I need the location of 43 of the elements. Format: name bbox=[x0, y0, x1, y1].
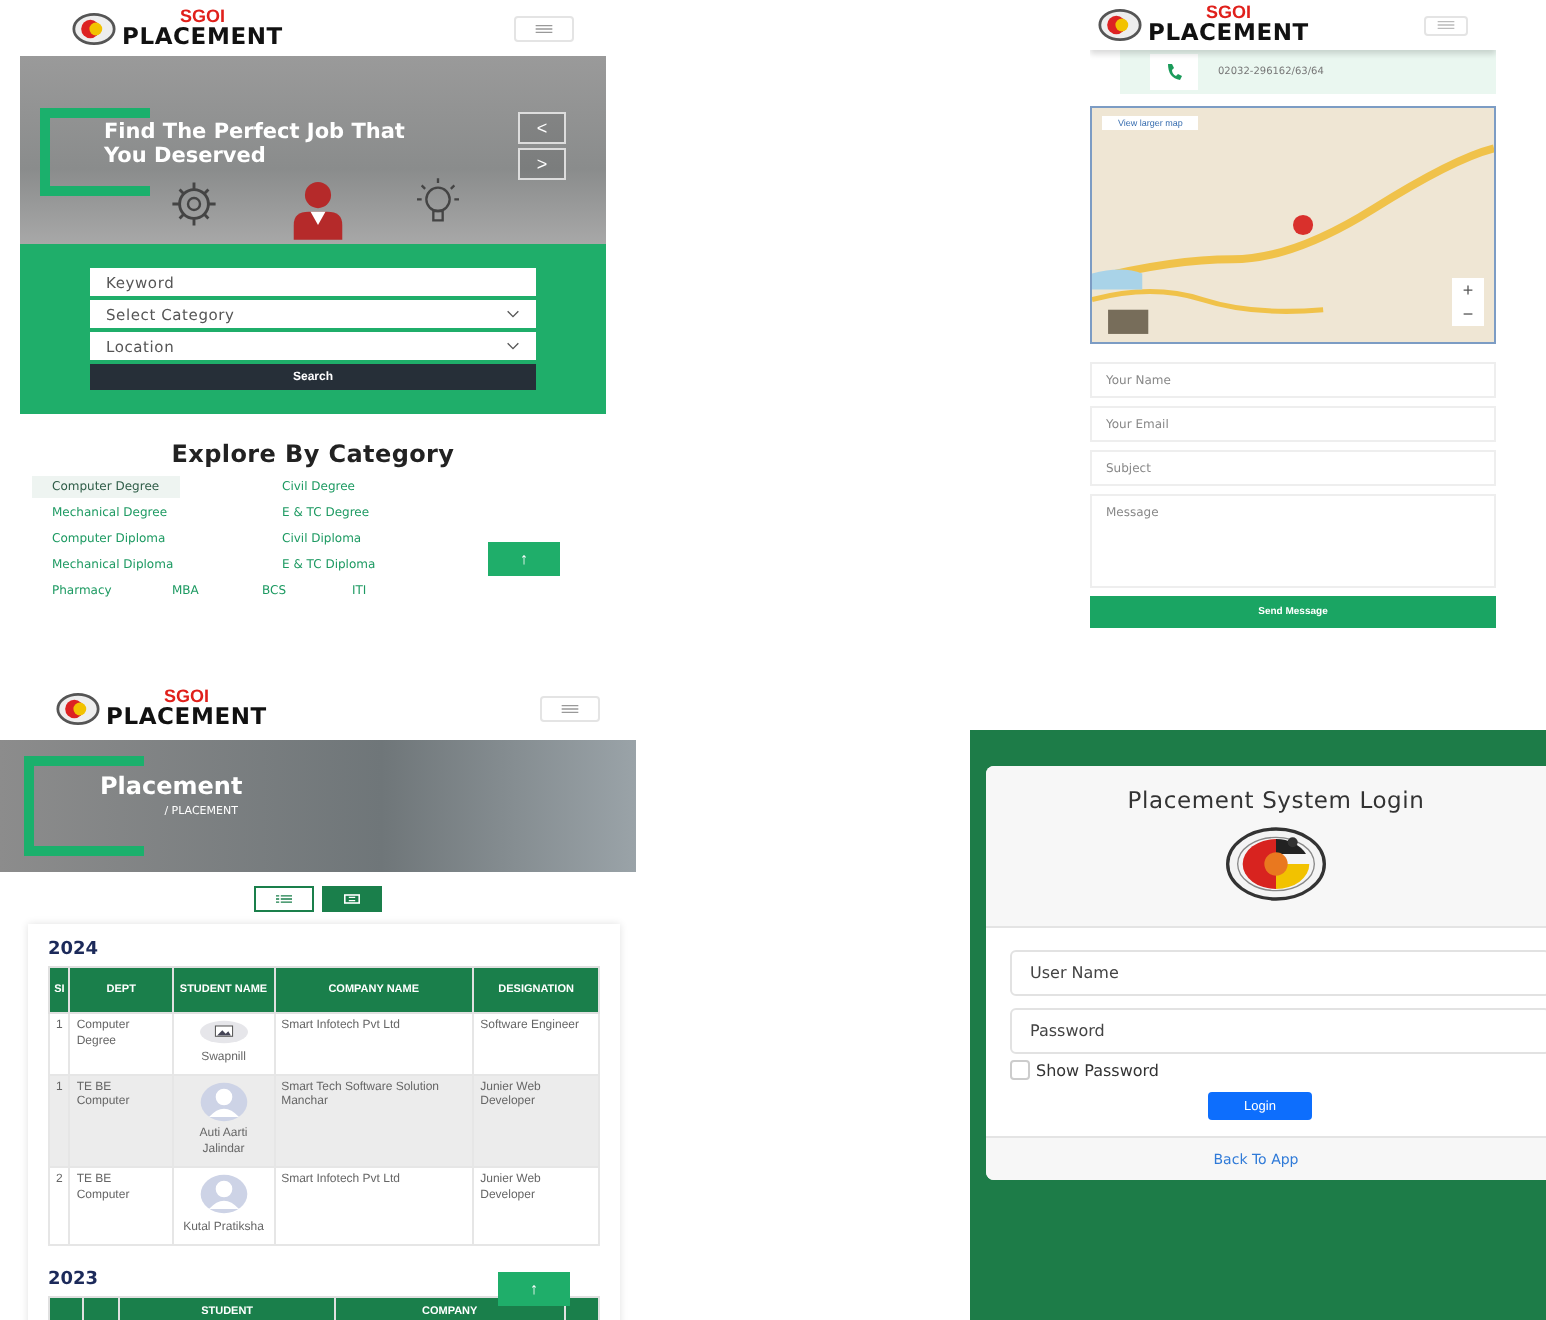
logo-text: PLACEMENT bbox=[122, 25, 283, 49]
frame-decoration bbox=[40, 108, 150, 196]
carousel-next-button[interactable]: > bbox=[518, 148, 566, 180]
banner-title: Placement bbox=[100, 772, 243, 800]
menu-button[interactable] bbox=[540, 695, 600, 721]
logo-emblem-icon bbox=[1098, 8, 1142, 42]
menu-button[interactable] bbox=[1424, 15, 1468, 35]
image-placeholder-icon bbox=[197, 1020, 250, 1044]
scroll-top-button[interactable]: ↑ bbox=[488, 542, 560, 576]
logo-text: SGOI bbox=[163, 687, 209, 706]
phone-icon bbox=[1150, 54, 1198, 90]
logo-emblem-icon bbox=[56, 691, 100, 725]
year-heading: 2024 bbox=[48, 940, 99, 960]
menu-icon bbox=[1436, 20, 1456, 30]
list-view-button[interactable] bbox=[254, 886, 314, 912]
section-title: Explore By Category bbox=[169, 440, 457, 468]
menu-icon bbox=[534, 23, 554, 33]
menu-icon bbox=[560, 703, 580, 713]
chevron-down-icon bbox=[506, 342, 520, 350]
username-field[interactable]: User Name bbox=[1010, 950, 1546, 996]
show-password-checkbox[interactable] bbox=[1010, 1060, 1030, 1080]
gear-icon bbox=[170, 180, 218, 228]
menu-button[interactable] bbox=[514, 15, 574, 41]
logo-text: SGOI bbox=[179, 7, 225, 26]
logo-text: PLACEMENT bbox=[1148, 22, 1309, 46]
password-field[interactable]: Password bbox=[1010, 1008, 1546, 1054]
logo-emblem-icon bbox=[72, 11, 116, 45]
avatar-silhouette-icon bbox=[197, 1173, 250, 1214]
year-heading: 2023 bbox=[48, 1269, 99, 1290]
list-icon bbox=[276, 894, 292, 904]
logo-text: PLACEMENT bbox=[106, 705, 267, 729]
carousel-prev-button[interactable]: < bbox=[518, 112, 566, 144]
chevron-down-icon bbox=[506, 310, 520, 318]
college-emblem-icon bbox=[1226, 826, 1326, 902]
avatar-silhouette-icon bbox=[197, 1081, 250, 1122]
person-icon bbox=[290, 176, 346, 244]
scroll-top-button[interactable]: ↑ bbox=[498, 1272, 570, 1306]
card-icon bbox=[344, 894, 360, 904]
hero-title: Find The Perfect Job That You Deserved bbox=[104, 120, 407, 168]
grid-view-button[interactable] bbox=[322, 886, 382, 912]
logo-text: SGOI bbox=[1205, 4, 1251, 23]
checkbox-label: Show Password bbox=[1036, 1061, 1159, 1079]
login-title: Placement System Login bbox=[1127, 786, 1425, 814]
